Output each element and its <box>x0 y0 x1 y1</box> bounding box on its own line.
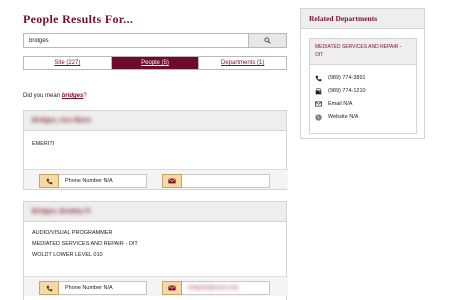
person-card: Bridges, Ann Marie EMERITI Phone Number … <box>23 110 288 190</box>
department-phone-value[interactable]: (989) 774-3891 <box>328 75 366 81</box>
email-icon <box>168 285 176 291</box>
email-address[interactable]: bridg1br@cmich.edu <box>188 285 239 291</box>
email-group: bridg1br@cmich.edu <box>162 281 270 295</box>
department-name[interactable]: MEDIATED SERVICES AND REPAIR - OIT <box>310 39 416 65</box>
phone-field: Phone Number N/A <box>59 281 147 295</box>
person-name[interactable]: Bridges, Ann Marie <box>32 117 91 124</box>
person-details: AUDIO/VISUAL PROGRAMMER MEDIATED SERVICE… <box>24 222 286 266</box>
email-icon <box>315 101 322 107</box>
person-department: MEDIATED SERVICES AND REPAIR - OIT <box>32 241 138 247</box>
tab-people[interactable]: People (5) <box>111 57 200 69</box>
department-email-value: Email N/A <box>328 101 353 107</box>
person-card-header: Bridges, Ann Marie <box>24 111 286 131</box>
person-contact-row: Phone Number N/A bridg1br@cmich.edu <box>24 276 288 296</box>
person-card-header: Bridges, Bradley R <box>24 202 286 222</box>
department-email: Email N/A <box>315 100 352 108</box>
fax-icon <box>315 87 322 94</box>
search-button[interactable] <box>249 33 287 48</box>
email-icon <box>168 178 176 184</box>
email-icon-box[interactable] <box>162 174 182 188</box>
tab-departments[interactable]: Departments (1) <box>199 57 287 69</box>
person-details: EMERITI <box>24 131 286 155</box>
phone-icon <box>46 285 52 291</box>
suggestion-prefix: Did you mean <box>23 93 62 99</box>
email-icon-box[interactable] <box>162 281 182 295</box>
department-website: Website N/A <box>315 113 358 121</box>
phone-field: Phone Number N/A <box>59 174 147 188</box>
search-bar <box>23 33 287 48</box>
email-field[interactable]: bridg1br@cmich.edu <box>182 281 270 295</box>
department-card: MEDIATED SERVICES AND REPAIR - OIT (989)… <box>309 38 417 134</box>
tab-site[interactable]: Site (227) <box>24 57 112 69</box>
phone-group: Phone Number N/A <box>39 174 147 188</box>
page-title: People Results For... <box>23 12 134 26</box>
department-fax-value: (989) 774-1210 <box>328 88 366 94</box>
department-fax: (989) 774-1210 <box>315 87 366 95</box>
search-input[interactable] <box>23 33 249 48</box>
phone-icon <box>46 178 52 184</box>
globe-icon <box>315 113 322 121</box>
department-phone: (989) 774-3891 <box>315 74 366 82</box>
phone-group: Phone Number N/A <box>39 281 147 295</box>
related-departments-panel: Related Departments MEDIATED SERVICES AN… <box>300 8 425 139</box>
related-departments-title: Related Departments <box>301 9 424 29</box>
phone-icon-box <box>39 174 59 188</box>
suggestion-link[interactable]: bridges <box>62 93 84 99</box>
email-field[interactable] <box>182 174 270 188</box>
did-you-mean: Did you mean bridges? <box>23 93 87 99</box>
email-group <box>162 174 270 188</box>
phone-icon-box <box>39 281 59 295</box>
suggestion-suffix: ? <box>83 93 87 99</box>
person-title: AUDIO/VISUAL PROGRAMMER <box>32 230 113 236</box>
person-title: EMERITI <box>32 141 55 147</box>
person-name[interactable]: Bridges, Bradley R <box>32 208 90 215</box>
person-contact-row: Phone Number N/A <box>24 169 288 189</box>
search-icon <box>264 37 271 44</box>
phone-icon <box>315 75 322 81</box>
department-website-value: Website N/A <box>328 114 359 120</box>
person-location: WOLDT LOWER LEVEL 010 <box>32 252 103 258</box>
results-tabs: Site (227) People (5) Departments (1) <box>23 56 287 70</box>
person-card: Bridges, Bradley R AUDIO/VISUAL PROGRAMM… <box>23 201 288 300</box>
